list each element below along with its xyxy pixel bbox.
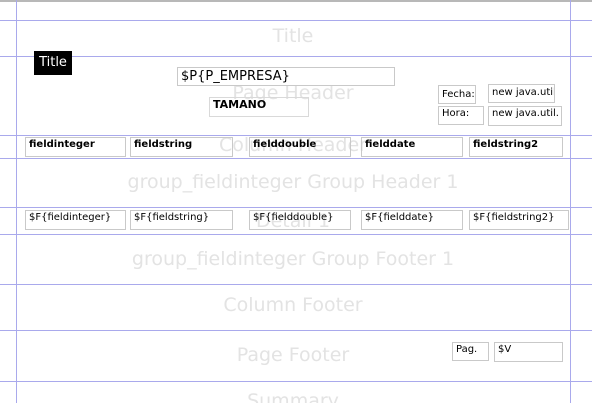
pag-label[interactable]: Pag.	[452, 342, 489, 361]
column-header-fieldinteger[interactable]: fieldinteger	[25, 137, 126, 157]
detail-field-fielddouble[interactable]: $F{fielddouble}	[249, 210, 351, 230]
band-label-column-footer: Column Footer	[223, 294, 363, 316]
empresa-parameter-field[interactable]: $P{P_EMPRESA}	[177, 67, 395, 86]
band-label-group-header: group_fieldinteger Group Header 1	[127, 171, 459, 193]
fecha-label[interactable]: Fecha:	[438, 85, 476, 104]
band-label-title: Title	[272, 25, 314, 47]
detail-band-line[interactable]	[0, 234, 592, 235]
column-header-fielddate[interactable]: fielddate	[361, 137, 463, 157]
detail-field-fieldstring[interactable]: $F{fieldstring}	[130, 210, 233, 230]
fecha-value-field[interactable]: new java.util.	[488, 84, 555, 103]
detail-field-fieldstring2[interactable]: $F{fieldstring2}	[469, 210, 569, 230]
column-header-band-line[interactable]	[0, 158, 592, 159]
canvas-top-border	[0, 0, 592, 2]
right-margin-line	[570, 0, 571, 403]
band-label-summary: Summary	[247, 390, 339, 403]
page-number-variable-field[interactable]: $V	[494, 342, 563, 362]
column-footer-band-line[interactable]	[0, 330, 592, 331]
hora-label[interactable]: Hora:	[438, 106, 484, 125]
column-header-fieldstring[interactable]: fieldstring	[130, 137, 233, 157]
detail-field-fielddate[interactable]: $F{fielddate}	[361, 210, 463, 230]
column-header-fieldstring2[interactable]: fieldstring2	[469, 137, 563, 157]
detail-field-fieldinteger[interactable]: $F{fieldinteger}	[25, 210, 126, 230]
band-label-group-footer: group_fieldinteger Group Footer 1	[131, 248, 455, 270]
title-band-line[interactable]	[0, 56, 592, 57]
group-footer-band-line[interactable]	[0, 284, 592, 285]
top-margin-line	[0, 20, 592, 21]
column-header-fielddouble[interactable]: fielddouble	[249, 137, 351, 157]
group-header-band-line[interactable]	[0, 207, 592, 208]
title-static-text[interactable]: Title	[34, 51, 72, 75]
tamano-static-text[interactable]: TAMANO	[209, 97, 309, 117]
hora-value-field[interactable]: new java.util.	[488, 106, 562, 126]
page-footer-band-line[interactable]	[0, 381, 592, 382]
report-design-canvas[interactable]: Title Page Header Column Header group_fi…	[0, 0, 592, 403]
left-margin-line	[16, 0, 17, 403]
